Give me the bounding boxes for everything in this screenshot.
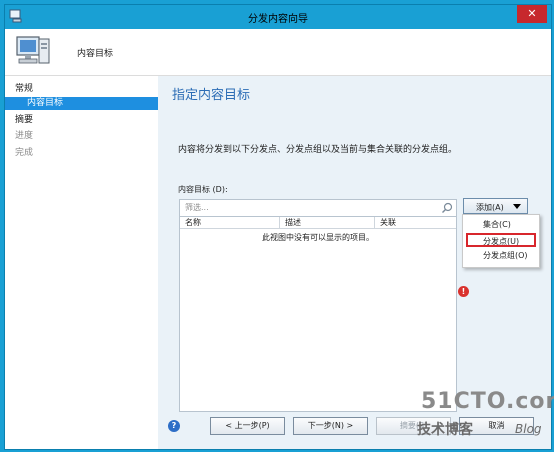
menu-item-collection[interactable]: 集合(C) <box>463 218 539 232</box>
sidebar-item-summary: 摘要 <box>5 114 158 127</box>
watermark-tagline: 技术博客 <box>417 422 473 438</box>
menu-item-distribution-point-group[interactable]: 分发点组(O) <box>463 249 539 263</box>
sidebar-item-completion: 完成 <box>5 147 158 160</box>
content-destination-list[interactable]: 名称 描述 关联 此视图中没有可以显示的项目。 <box>179 216 457 412</box>
wizard-header: 内容目标 <box>5 29 551 76</box>
column-header-name[interactable]: 名称 <box>180 217 280 229</box>
window-title: 分发内容向导 <box>248 14 308 25</box>
watermark: 51CTO.com 技术博客 Blog <box>397 389 554 449</box>
menu-item-label: 分发点组(O) <box>483 251 528 260</box>
help-icon[interactable]: ? <box>168 420 180 432</box>
menu-item-distribution-point[interactable]: 分发点(U) <box>466 233 536 247</box>
filter-input[interactable]: 筛选... <box>179 199 457 217</box>
error-icon: ! <box>458 286 469 297</box>
column-header-association[interactable]: 关联 <box>375 217 456 229</box>
sidebar-item-label: 摘要 <box>15 115 34 125</box>
sidebar-item-label: 完成 <box>15 148 34 158</box>
add-button-label: 添加(A) <box>476 203 504 212</box>
sidebar-item-content-destination: 内容目标 <box>5 97 158 110</box>
sidebar-item-label: 内容目标 <box>27 98 64 108</box>
next-button[interactable]: 下一步(N) > <box>293 417 368 435</box>
search-icon[interactable] <box>441 202 453 214</box>
page-title: 指定内容目标 <box>172 88 251 103</box>
wizard-steps-nav: 常规 内容目标 摘要 进度 完成 <box>5 76 158 449</box>
watermark-site: 51CTO.com <box>421 389 554 414</box>
empty-list-message: 此视图中没有可以显示的项目。 <box>262 233 374 242</box>
sidebar-item-general: 常规 <box>5 83 158 96</box>
dropdown-arrow-icon <box>513 204 521 209</box>
watermark-blog: Blog <box>515 422 542 436</box>
filter-placeholder: 筛选... <box>185 203 209 212</box>
sidebar-item-progress: 进度 <box>5 130 158 143</box>
add-dropdown-button[interactable]: 添加(A) <box>463 198 528 214</box>
sidebar-item-label: 进度 <box>15 131 34 141</box>
wizard-window: 分发内容向导 ✕ 内容目标 常规 内容目标 摘要 进度 完成 指定内容目标 内容… <box>4 4 554 450</box>
sidebar-item-label: 常规 <box>15 84 34 94</box>
computer-icon <box>16 36 50 64</box>
close-button[interactable]: ✕ <box>517 5 547 23</box>
menu-item-label: 分发点(U) <box>483 237 520 246</box>
menu-item-label: 集合(C) <box>483 220 511 229</box>
previous-button[interactable]: < 上一步(P) <box>210 417 285 435</box>
header-step-label: 内容目标 <box>77 49 114 59</box>
content-destination-label: 内容目标 (D): <box>178 185 228 194</box>
add-menu: 集合(C) 分发点(U) 分发点组(O) <box>462 214 540 268</box>
title-bar[interactable]: 分发内容向导 ✕ <box>5 5 551 29</box>
page-description: 内容将分发到以下分发点、分发点组以及当前与集合关联的分发点组。 <box>178 145 458 155</box>
column-header-description[interactable]: 描述 <box>280 217 375 229</box>
